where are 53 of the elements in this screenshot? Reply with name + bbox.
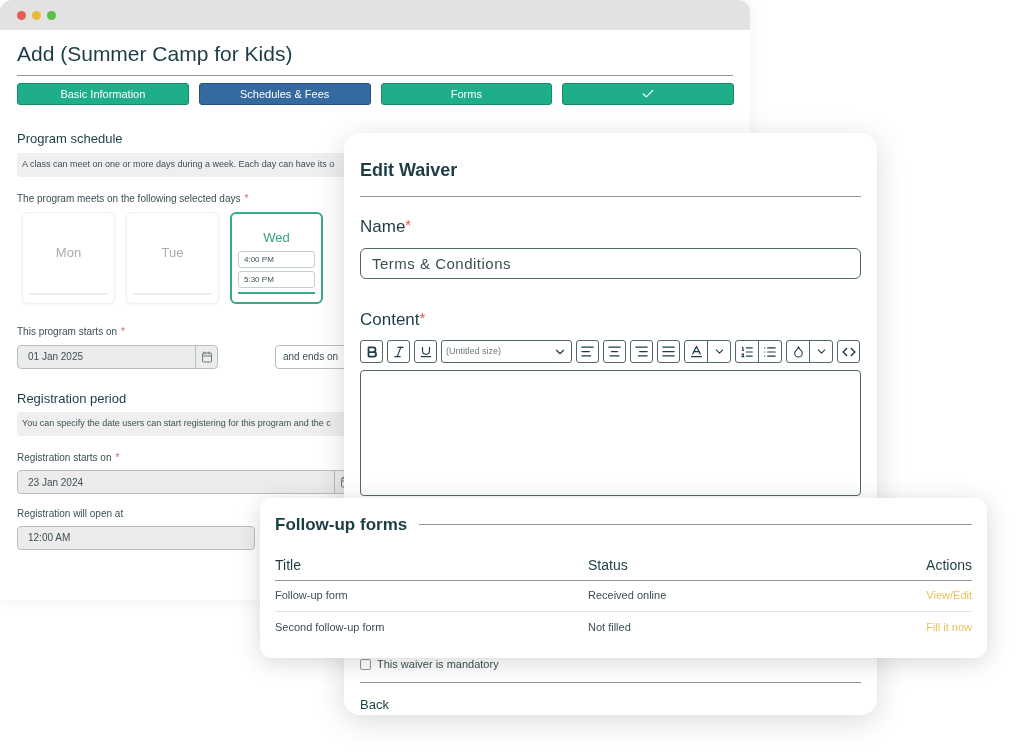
checkbox-label: This waiver is mandatory xyxy=(377,657,499,672)
date-field[interactable]: 01 Jan 2025 xyxy=(17,344,218,369)
field-label: Registration will open at xyxy=(17,507,124,521)
table-cell-text: Follow-up form xyxy=(275,588,349,604)
table-cell-text: Not filled xyxy=(588,619,632,635)
time-field[interactable]: 4:00 PM xyxy=(238,251,315,268)
check-icon xyxy=(641,87,656,101)
font-size-select[interactable]: (Untitled size) xyxy=(441,340,572,363)
date-value: 01 Jan 2025 xyxy=(27,350,85,364)
field-label: This program starts on xyxy=(17,324,118,339)
time-field[interactable]: 12:00 AM xyxy=(17,526,255,550)
required-mark: * xyxy=(405,215,412,235)
field-label: Registration starts on xyxy=(17,451,112,465)
dialog-title: Edit Waiver xyxy=(360,159,459,182)
day-label: Tue xyxy=(161,243,184,262)
checkbox[interactable] xyxy=(360,658,371,670)
required-mark: * xyxy=(419,307,426,328)
field-label: The program meets on the following selected days xyxy=(17,191,241,206)
align-right-icon[interactable] xyxy=(634,344,649,359)
italic-icon[interactable] xyxy=(391,344,406,359)
font-color-icon[interactable] xyxy=(688,344,704,359)
day-card[interactable]: Wed 4:00 PM 5:30 PM xyxy=(230,211,323,304)
field-label: Content xyxy=(360,308,420,331)
day-label: Mon xyxy=(55,243,82,262)
date-value: 23 Jan 2024 xyxy=(27,475,85,490)
info-text: A class can meet on one or more days during a week. Each day can have its o xyxy=(21,157,336,171)
align-justify-icon[interactable] xyxy=(661,344,676,359)
page-title: Add (Summer Camp for Kids) xyxy=(17,41,294,67)
required-mark: * xyxy=(244,191,249,206)
back-link[interactable]: Back xyxy=(360,694,389,714)
step-tab[interactable]: Schedules & Fees xyxy=(198,83,371,105)
time-field[interactable]: 5:30 PM xyxy=(238,271,315,288)
ordered-list-icon[interactable] xyxy=(740,344,754,359)
underline-icon[interactable] xyxy=(418,344,433,359)
table-cell-text: Second follow-up form xyxy=(275,619,386,635)
day-label: Wed xyxy=(263,228,290,247)
field-label: Name xyxy=(360,216,406,238)
info-text: You can specify the date users can start registering for this program and the c xyxy=(21,417,332,430)
bullet-list-icon[interactable] xyxy=(763,344,777,359)
column-header: Status xyxy=(588,555,629,575)
column-header: Actions xyxy=(926,555,972,575)
align-left-icon[interactable] xyxy=(580,344,595,359)
table-cell-text: Received online xyxy=(588,588,668,604)
section-heading: Registration period xyxy=(17,389,128,408)
droplet-icon[interactable] xyxy=(791,345,805,358)
card-title: Follow-up forms xyxy=(275,514,408,536)
name-field[interactable]: Terms & Conditions xyxy=(360,247,861,279)
column-header: Title xyxy=(275,555,302,575)
required-mark: * xyxy=(115,451,120,465)
section-heading: Program schedule xyxy=(17,130,124,148)
align-center-icon[interactable] xyxy=(607,344,622,359)
required-mark: * xyxy=(121,324,125,339)
calendar-icon[interactable] xyxy=(200,350,213,363)
